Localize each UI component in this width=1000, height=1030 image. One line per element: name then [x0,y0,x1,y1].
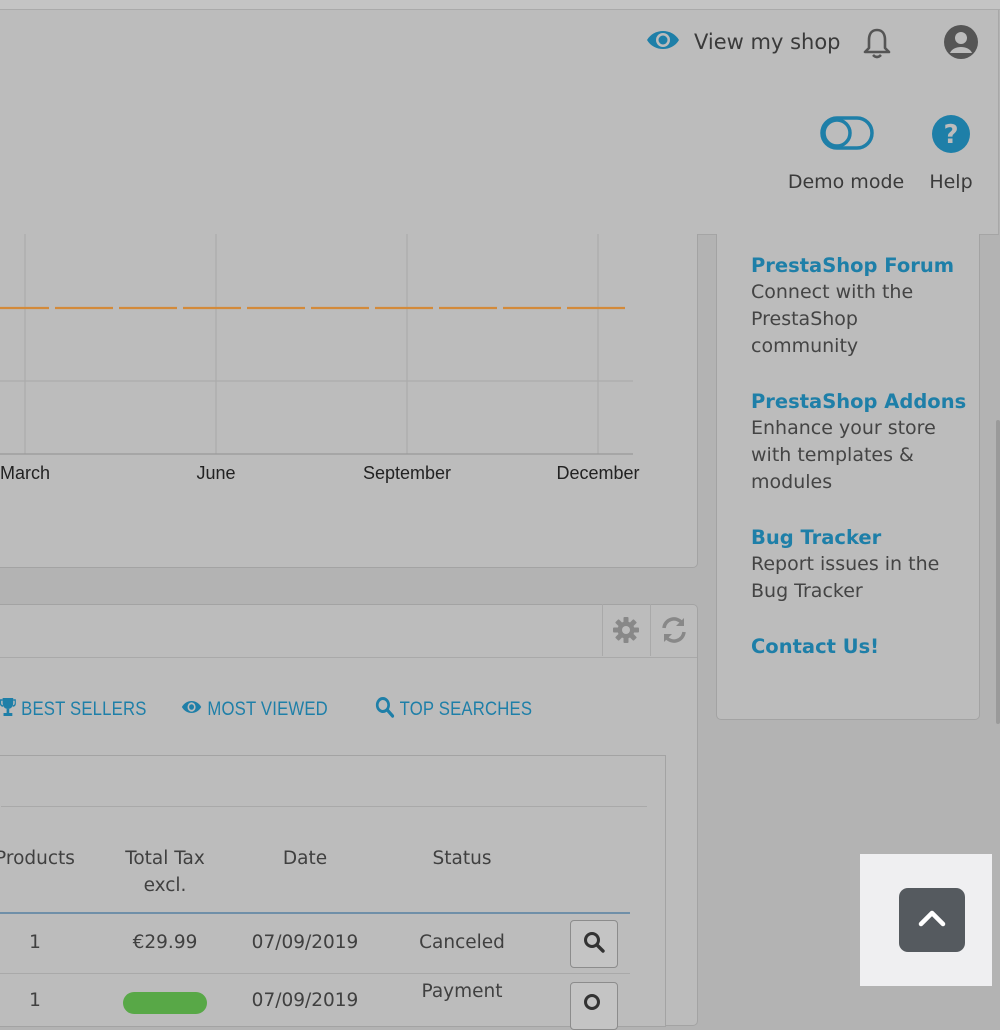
row2-products: 1 [29,990,41,1011]
search-icon [583,993,605,1019]
notifications-bell-icon[interactable] [858,24,896,62]
toggle-switch-icon [820,116,874,154]
tab-best-sellers[interactable]: BEST SELLERS [0,697,147,723]
help-links-panel: PrestaShop Forum Connect with the Presta… [716,234,980,720]
eye-icon [181,699,202,721]
help-question-icon: ? [931,114,971,158]
tab-most-viewed[interactable]: MOST VIEWED [181,697,328,723]
header-top-strip [0,0,1000,10]
row1-status: Canceled [419,932,505,953]
trophy-icon [0,697,17,723]
row2-status: Payment [421,981,503,1002]
view-my-shop-label: View my shop [694,30,841,54]
table-header-underline [0,912,630,914]
bug-tracker-link[interactable]: Bug Tracker [751,526,881,549]
demo-mode-label: Demo mode [787,171,905,193]
row2-view-button[interactable] [570,982,618,1030]
demo-mode-toggle[interactable]: Demo mode [780,112,912,202]
svg-text:?: ? [943,120,958,150]
chevron-up-icon [917,908,947,932]
orders-table [0,755,666,1027]
back-to-top-button[interactable] [899,888,965,952]
help-label: Help [929,171,973,193]
x-tick-label: June [196,463,235,483]
x-tick-label: September [363,463,451,483]
search-icon [375,696,395,724]
tab-top-searches-label: TOP SEARCHES [399,699,533,720]
search-icon [583,931,605,957]
contact-us-link[interactable]: Contact Us! [751,635,879,658]
row1-date: 07/09/2019 [251,932,359,953]
page-scrollbar[interactable] [996,420,1000,724]
column-header-total-tax-excl: Total Tax excl. [125,848,205,896]
panel-header-divider [0,657,697,658]
chart-x-ticks: March June September December [0,463,640,483]
help-button[interactable]: ? Help [922,112,980,202]
table-row-divider [0,973,630,974]
column-header-products: Products [0,848,75,869]
row1-view-button[interactable] [570,920,618,968]
sales-chart-panel: March June September December [0,234,698,568]
row2-date: 07/09/2019 [251,990,359,1011]
table-top-divider [1,806,647,807]
tab-top-searches[interactable]: TOP SEARCHES [375,697,532,723]
forum-link[interactable]: PrestaShop Forum [751,254,954,277]
row1-products: 1 [29,932,41,953]
user-account-icon[interactable] [940,21,982,63]
column-header-status: Status [432,848,492,869]
tab-best-sellers-label: BEST SELLERS [21,699,147,720]
addons-description: Enhance your store with templates & modu… [751,417,936,493]
row1-total: €29.99 [132,932,198,953]
tab-most-viewed-label: MOST VIEWED [207,699,328,720]
column-header-date: Date [282,848,328,869]
row2-total-badge [123,992,207,1014]
x-tick-label: December [556,463,639,483]
view-my-shop-link[interactable]: View my shop [646,24,841,60]
configure-gear-icon[interactable] [602,604,649,656]
eye-icon [646,28,680,56]
chart-vertical-gridlines [24,234,599,454]
sales-line-chart: March June September December [0,234,640,483]
addons-link[interactable]: PrestaShop Addons [751,390,966,413]
forum-description: Connect with the PrestaShop community [751,281,914,357]
x-tick-label: March [0,463,50,483]
refresh-icon[interactable] [650,604,697,656]
bug-tracker-description: Report issues in the Bug Tracker [751,553,940,602]
